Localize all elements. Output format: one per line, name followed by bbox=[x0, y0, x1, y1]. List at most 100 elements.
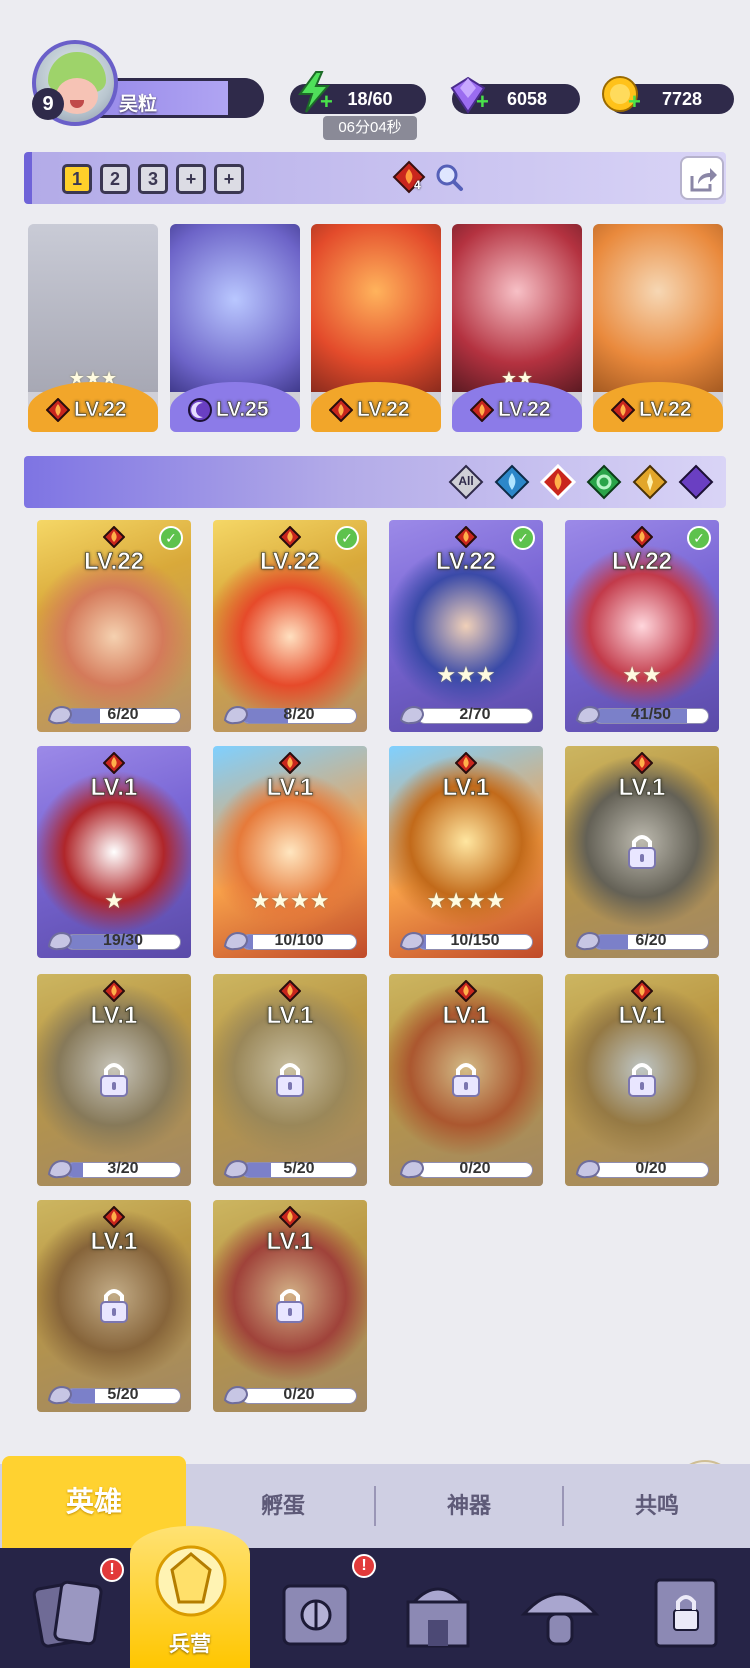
team-slot-3[interactable]: 3 bbox=[138, 164, 168, 194]
hero-card-locked[interactable]: LV.1 5/20 bbox=[213, 974, 367, 1186]
add-coins-icon[interactable]: + bbox=[628, 91, 644, 113]
hero-card-locked[interactable]: LV.1 0/20 bbox=[213, 1200, 367, 1412]
hero-card[interactable]: ✓ LV.22 ★★★ 2/70 bbox=[389, 520, 543, 732]
fire-element-icon bbox=[279, 1206, 301, 1228]
hero-card-locked[interactable]: LV.1 3/20 bbox=[37, 974, 191, 1186]
lock-icon bbox=[628, 835, 656, 869]
hero-card[interactable]: LV.1 ★★★★ 10/150 bbox=[389, 746, 543, 958]
hero-level: LV.22 bbox=[435, 548, 497, 576]
search-icon[interactable] bbox=[434, 162, 464, 192]
hero-card-locked[interactable]: LV.1 6/20 bbox=[565, 746, 719, 958]
hero-portrait bbox=[593, 224, 723, 392]
filter-wind-element[interactable] bbox=[586, 464, 622, 500]
barracks-icon bbox=[155, 1545, 227, 1617]
map-notification-badge: ! bbox=[352, 1554, 376, 1578]
gems-value: 6058 bbox=[506, 89, 548, 109]
shard-progress: 41/50 bbox=[575, 705, 713, 725]
shard-progress: 6/20 bbox=[47, 705, 185, 725]
fire-element-icon bbox=[631, 526, 653, 548]
hero-level: LV.1 bbox=[90, 774, 138, 802]
filter-all[interactable]: All bbox=[448, 464, 484, 500]
hero-level: LV.1 bbox=[90, 1228, 138, 1256]
dark-element-icon bbox=[678, 464, 714, 500]
cards-notification-badge: ! bbox=[100, 1558, 124, 1582]
bottom-nav: ! 兵营 ! bbox=[0, 1526, 750, 1668]
nav-cards[interactable]: ! bbox=[10, 1548, 130, 1668]
hero-portrait bbox=[28, 224, 158, 392]
fire-element-icon bbox=[329, 398, 353, 422]
top-bar: 吴粒 9 18/60 + 06分04秒 6058 + 7728 + bbox=[0, 0, 750, 140]
hero-level: LV.1 bbox=[442, 774, 490, 802]
hero-card[interactable]: LV.1 ★★★★ 10/100 bbox=[213, 746, 367, 958]
fire-element-icon bbox=[470, 398, 494, 422]
coins-value: 7728 bbox=[661, 89, 703, 109]
fire-element-icon bbox=[46, 398, 70, 422]
filter-fire-element[interactable] bbox=[539, 463, 577, 501]
nav-mushroom[interactable] bbox=[500, 1548, 620, 1668]
team-hero-card[interactable]: LV.22 bbox=[593, 224, 723, 432]
hero-stars: ★ bbox=[104, 888, 124, 913]
filter-light-element[interactable] bbox=[632, 464, 668, 500]
hero-level: LV.22 bbox=[611, 548, 673, 576]
shard-count: 3/20 bbox=[107, 1160, 139, 1177]
filter-water-element[interactable] bbox=[494, 464, 530, 500]
lock-icon bbox=[276, 1063, 304, 1097]
share-button[interactable] bbox=[680, 156, 724, 200]
hero-level: LV.22 bbox=[357, 398, 410, 422]
water-element-icon bbox=[494, 464, 530, 500]
hero-card[interactable]: LV.1 ★ 19/30 bbox=[37, 746, 191, 958]
lock-icon bbox=[628, 1063, 656, 1097]
add-energy-icon[interactable]: + bbox=[320, 91, 336, 113]
nav-locked[interactable] bbox=[626, 1548, 746, 1668]
team-slot-add-4[interactable]: + bbox=[176, 164, 206, 194]
hero-level: LV.22 bbox=[259, 548, 321, 576]
hero-card-locked[interactable]: LV.1 5/20 bbox=[37, 1200, 191, 1412]
shard-count: 0/20 bbox=[283, 1386, 315, 1403]
filter-all-label: All bbox=[458, 474, 474, 488]
tab-artifacts[interactable]: 神器 bbox=[376, 1464, 562, 1548]
team-hero-card[interactable]: LV.25 bbox=[170, 224, 300, 432]
team-slot-2[interactable]: 2 bbox=[100, 164, 130, 194]
hero-level: LV.22 bbox=[639, 398, 692, 422]
in-team-check-icon: ✓ bbox=[335, 526, 359, 550]
in-team-check-icon: ✓ bbox=[687, 526, 711, 550]
shard-count: 5/20 bbox=[107, 1386, 139, 1403]
wind-element-icon bbox=[586, 464, 622, 500]
player-name: 吴粒 bbox=[119, 94, 158, 115]
filter-dark-element[interactable] bbox=[678, 464, 714, 500]
shard-progress: 5/20 bbox=[47, 1385, 185, 1405]
team-hero-card[interactable]: ★★ LV.22 bbox=[452, 224, 582, 432]
hero-card-locked[interactable]: LV.1 0/20 bbox=[389, 974, 543, 1186]
fire-element-icon bbox=[539, 463, 577, 501]
hero-level: LV.22 bbox=[498, 398, 551, 422]
share-icon bbox=[690, 168, 717, 192]
shard-count: 2/70 bbox=[459, 706, 491, 723]
shard-progress: 5/20 bbox=[223, 1159, 361, 1179]
add-gems-icon[interactable]: + bbox=[476, 91, 492, 113]
nav-map[interactable]: ! bbox=[256, 1548, 376, 1668]
fire-count: 4 bbox=[414, 178, 421, 192]
team-slot-add-5[interactable]: + bbox=[214, 164, 244, 194]
shard-count: 0/20 bbox=[635, 1160, 667, 1177]
team-hero-card[interactable]: LV.22 bbox=[311, 224, 441, 432]
fire-element-icon bbox=[455, 752, 477, 774]
team-hero-card[interactable]: ★★★ LV.22 bbox=[28, 224, 158, 432]
hero-card[interactable]: ✓ LV.22 ★★ 41/50 bbox=[565, 520, 719, 732]
hero-level: LV.1 bbox=[266, 1002, 314, 1030]
hero-card[interactable]: ✓ LV.22 8/20 bbox=[213, 520, 367, 732]
fire-element-icon bbox=[103, 1206, 125, 1228]
hero-level: LV.1 bbox=[442, 1002, 490, 1030]
team-slot-1[interactable]: 1 bbox=[62, 164, 92, 194]
fire-element-icon bbox=[455, 526, 477, 548]
team-bar: 1 2 3 + + 4 bbox=[24, 152, 726, 204]
nav-barracks[interactable]: 兵营 bbox=[130, 1526, 250, 1668]
tab-resonance[interactable]: 共鸣 bbox=[564, 1464, 750, 1548]
hero-level: LV.1 bbox=[266, 1228, 314, 1256]
hero-level: LV.1 bbox=[90, 1002, 138, 1030]
hero-card[interactable]: ✓ LV.22 6/20 bbox=[37, 520, 191, 732]
hero-card-locked[interactable]: LV.1 0/20 bbox=[565, 974, 719, 1186]
hero-portrait bbox=[170, 224, 300, 392]
nav-castle[interactable] bbox=[378, 1548, 498, 1668]
hero-stars: ★★★ bbox=[436, 662, 496, 687]
light-element-icon bbox=[632, 464, 668, 500]
